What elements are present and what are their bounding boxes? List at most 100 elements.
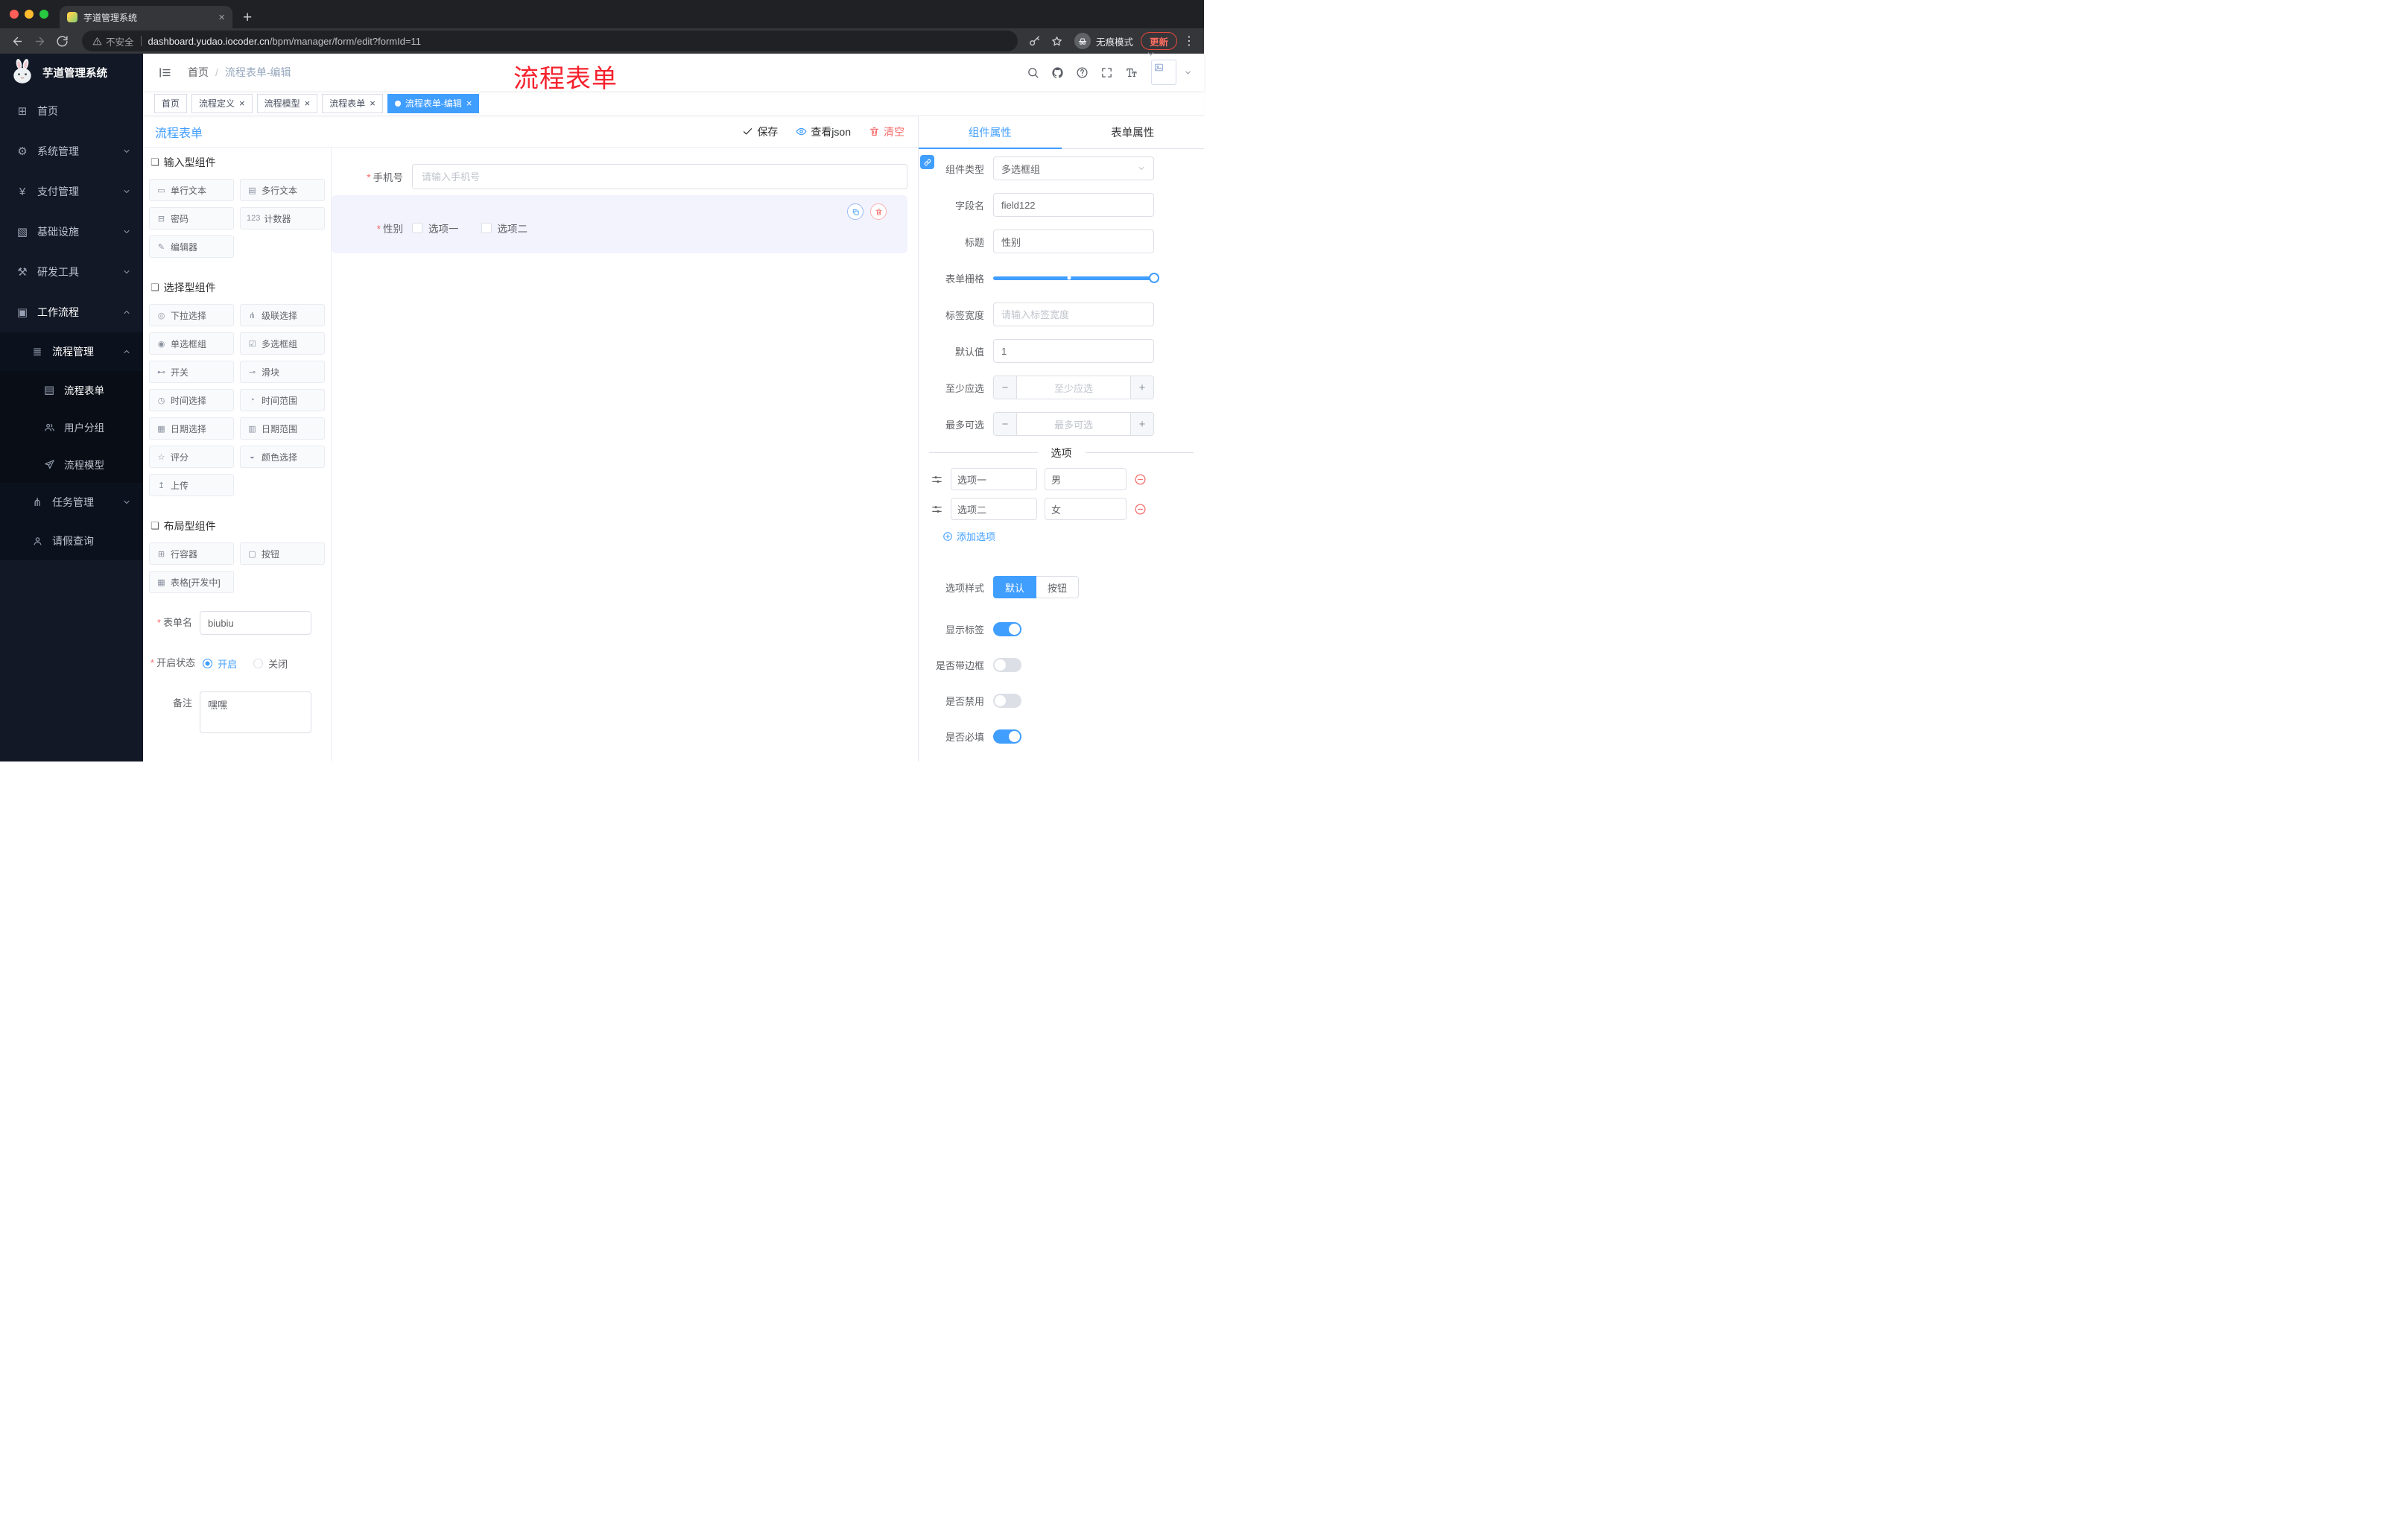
palette-item-rate[interactable]: ☆ 评分	[149, 446, 234, 468]
drag-handle-icon[interactable]	[931, 473, 943, 486]
remove-option-button[interactable]	[1134, 473, 1147, 486]
palette-item-date-picker[interactable]: ▦ 日期选择	[149, 417, 234, 440]
tab-component-props[interactable]: 组件属性	[919, 116, 1062, 149]
slider-handle[interactable]	[1149, 273, 1159, 283]
tag-process-model[interactable]: 流程模型 ×	[256, 93, 318, 113]
disabled-toggle[interactable]	[993, 694, 1021, 708]
increase-button[interactable]: +	[1130, 413, 1153, 435]
toolbar-overflow-chevron-icon[interactable]	[1146, 49, 1156, 59]
view-json-button[interactable]: 查看json	[796, 124, 851, 139]
palette-item-upload[interactable]: ↥ 上传	[149, 474, 234, 496]
zoom-window-button[interactable]	[39, 10, 48, 19]
title-input[interactable]	[993, 229, 1154, 253]
github-icon[interactable]	[1048, 63, 1067, 82]
close-window-button[interactable]	[10, 10, 19, 19]
font-size-icon[interactable]	[1122, 63, 1141, 82]
field-name-input[interactable]	[993, 193, 1154, 217]
gender-option-2-checkbox[interactable]: 选项二	[481, 221, 527, 235]
forward-button[interactable]	[30, 31, 49, 51]
palette-item-time-picker[interactable]: ◷ 时间选择	[149, 389, 234, 411]
search-icon[interactable]	[1024, 63, 1042, 82]
decrease-button[interactable]: −	[994, 376, 1017, 399]
label-width-input[interactable]	[993, 303, 1154, 326]
tag-close-icon[interactable]: ×	[466, 98, 472, 108]
clear-button[interactable]: 清空	[869, 124, 904, 139]
tag-close-icon[interactable]: ×	[305, 98, 311, 108]
palette-item-row-container[interactable]: ⊞ 行容器	[149, 542, 234, 565]
option-2-label-input[interactable]	[951, 498, 1037, 520]
browser-update-button[interactable]: 更新	[1140, 32, 1177, 50]
form-remark-textarea[interactable]: 嘿嘿	[200, 691, 311, 733]
palette-item-switch[interactable]: ⊷ 开关	[149, 361, 234, 383]
palette-item-checkbox-group[interactable]: ☑ 多选框组	[240, 332, 325, 355]
sidebar-item-process-management[interactable]: ≣ 流程管理	[0, 332, 143, 371]
reload-button[interactable]	[52, 31, 72, 51]
remove-option-button[interactable]	[1134, 503, 1147, 516]
minimize-window-button[interactable]	[25, 10, 34, 19]
tag-close-icon[interactable]: ×	[370, 98, 376, 108]
sidebar-item-process-model[interactable]: 流程模型	[0, 446, 143, 483]
required-toggle[interactable]	[993, 729, 1021, 744]
status-on-radio[interactable]: 开启	[203, 656, 237, 671]
canvas-field-phone[interactable]: 手机号	[332, 164, 907, 189]
max-select-placeholder[interactable]: 最多可选	[1017, 413, 1130, 435]
save-button[interactable]: 保存	[742, 124, 778, 139]
address-bar[interactable]: 不安全 dashboard.yudao.iocoder.cn/bpm/manag…	[82, 31, 1018, 51]
tag-process-definition[interactable]: 流程定义 ×	[191, 93, 253, 113]
new-tab-button[interactable]: +	[243, 10, 252, 25]
palette-item-select[interactable]: ◎ 下拉选择	[149, 304, 234, 326]
back-button[interactable]	[7, 31, 27, 51]
palette-item-time-range[interactable]: ◔ 时间范围	[240, 389, 325, 411]
option-1-label-input[interactable]	[951, 468, 1037, 490]
sidebar-item-dev-tools[interactable]: ⚒ 研发工具	[0, 252, 143, 292]
add-option-button[interactable]: 添加选项	[942, 529, 1204, 543]
app-logo[interactable]: 芋道管理系统	[0, 54, 143, 91]
sidebar-item-payment-management[interactable]: ¥ 支付管理	[0, 171, 143, 212]
drag-handle-icon[interactable]	[931, 503, 943, 516]
palette-item-textarea[interactable]: ▤ 多行文本	[240, 179, 325, 201]
sidebar-item-leave-query[interactable]: 请假查询	[0, 522, 143, 560]
default-value-input[interactable]	[993, 339, 1154, 363]
browser-tab[interactable]: 芋道管理系统 ×	[60, 6, 232, 28]
sidebar-item-task-management[interactable]: ⋔ 任务管理	[0, 483, 143, 522]
palette-item-color-picker[interactable]: ◒ 颜色选择	[240, 446, 325, 468]
palette-item-table[interactable]: ▦ 表格[开发中]	[149, 571, 234, 593]
palette-item-date-range[interactable]: ▥ 日期范围	[240, 417, 325, 440]
sidebar-item-process-form[interactable]: ▤ 流程表单	[0, 371, 143, 408]
option-2-value-input[interactable]	[1045, 498, 1127, 520]
show-label-toggle[interactable]	[993, 622, 1021, 636]
tag-home[interactable]: 首页	[154, 93, 188, 113]
user-menu-caret-icon[interactable]	[1184, 69, 1192, 77]
hamburger-icon[interactable]	[155, 63, 174, 82]
increase-button[interactable]: +	[1130, 376, 1153, 399]
tab-close-icon[interactable]: ×	[218, 12, 225, 23]
password-key-icon[interactable]	[1025, 31, 1045, 51]
tag-process-form[interactable]: 流程表单 ×	[322, 93, 383, 113]
sidebar-item-infrastructure[interactable]: ▧ 基础设施	[0, 212, 143, 252]
doc-link-button[interactable]	[920, 155, 934, 169]
palette-item-button[interactable]: ▢ 按钮	[240, 542, 325, 565]
min-select-placeholder[interactable]: 至少应选	[1017, 376, 1130, 399]
sidebar-item-workflow[interactable]: ▣ 工作流程	[0, 292, 143, 332]
delete-item-button[interactable]	[870, 203, 887, 220]
avatar[interactable]	[1151, 60, 1176, 85]
form-grid-slider[interactable]	[993, 266, 1159, 290]
tag-process-form-edit[interactable]: 流程表单-编辑 ×	[387, 93, 480, 113]
palette-item-password[interactable]: ⊟ 密码	[149, 207, 234, 229]
palette-item-single-line-text[interactable]: ▭ 单行文本	[149, 179, 234, 201]
status-off-radio[interactable]: 关闭	[253, 656, 288, 671]
style-default-button[interactable]: 默认	[993, 576, 1037, 598]
sidebar-item-home[interactable]: ⊞ 首页	[0, 91, 143, 131]
gender-option-1-checkbox[interactable]: 选项一	[412, 221, 459, 235]
tag-close-icon[interactable]: ×	[239, 98, 245, 108]
fullscreen-icon[interactable]	[1097, 63, 1116, 82]
sidebar-item-system-management[interactable]: ⚙ 系统管理	[0, 131, 143, 171]
border-toggle[interactable]	[993, 658, 1021, 672]
tab-form-props[interactable]: 表单属性	[1062, 116, 1205, 148]
breadcrumb-home[interactable]: 首页	[188, 65, 209, 80]
palette-item-counter[interactable]: 123 计数器	[240, 207, 325, 229]
copy-item-button[interactable]	[847, 203, 864, 220]
component-type-select[interactable]: 多选框组	[993, 156, 1154, 180]
bookmark-star-icon[interactable]	[1048, 31, 1067, 51]
decrease-button[interactable]: −	[994, 413, 1017, 435]
